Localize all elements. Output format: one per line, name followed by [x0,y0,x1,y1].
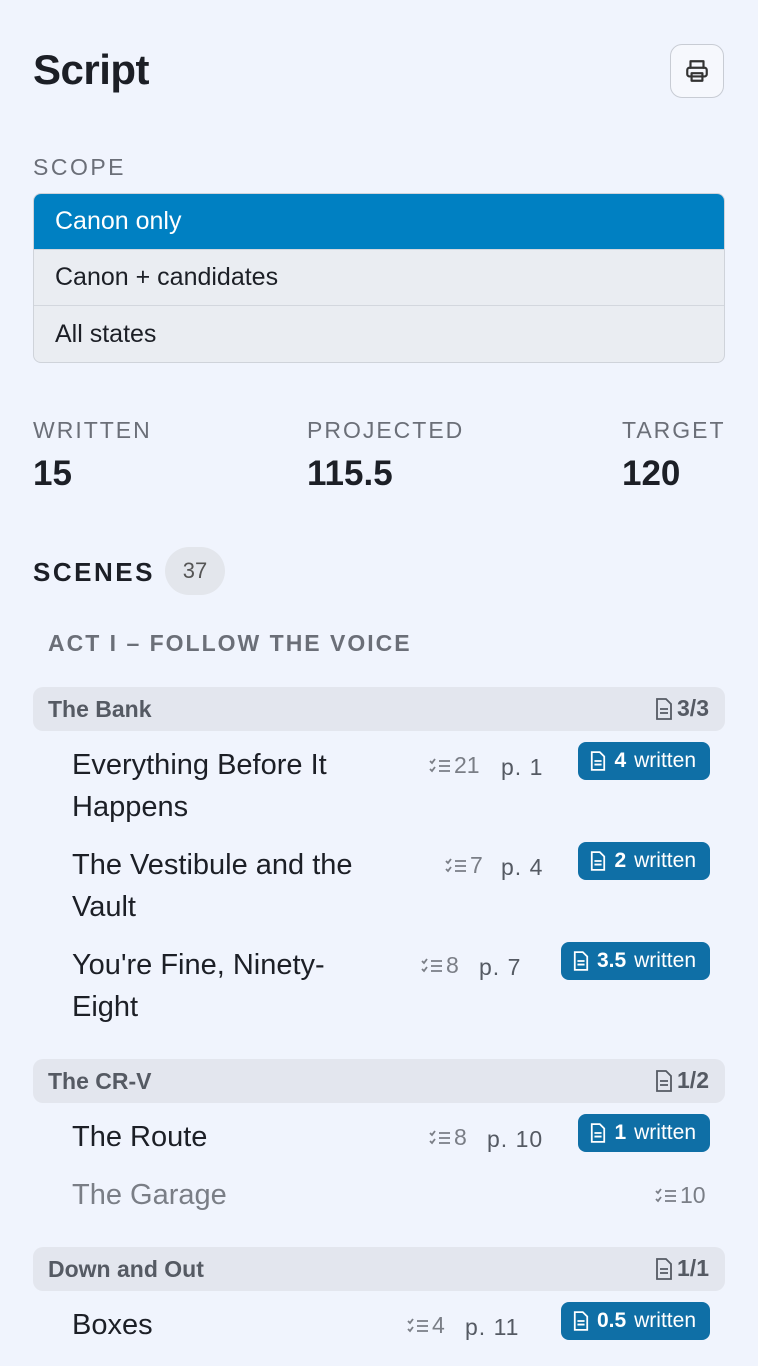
scope-option-all-states[interactable]: All states [34,306,724,362]
checklist-icon [444,856,468,876]
scene-title[interactable]: The Route [72,1116,207,1158]
document-icon [573,951,589,971]
scenes-label: SCENES [33,557,155,587]
beats-count: 7 [444,852,483,879]
beats-count: 8 [428,1124,467,1151]
scene-title[interactable]: The Garage [72,1174,227,1216]
checklist-icon [428,1128,452,1148]
page-number: p. 4 [501,854,544,880]
projected-value: 115.5 [307,454,393,493]
group-count: 1/1 [655,1255,709,1282]
group-title: The CR-V [48,1068,152,1094]
written-badge[interactable]: 0.5 written [560,1302,710,1340]
written-value: 15 [33,454,72,493]
checklist-icon [420,956,444,976]
beats-count: 8 [420,952,459,979]
target-value: 120 [622,454,681,493]
checklist-icon [428,756,452,776]
print-button[interactable] [670,44,724,98]
written-label: WRITTEN [33,417,152,443]
written-badge[interactable]: 1 written [578,1114,710,1152]
document-icon [655,697,673,720]
printer-icon [684,58,710,84]
act-heading: ACT I – FOLLOW THE VOICE [48,630,412,656]
group-title: Down and Out [48,1256,204,1282]
written-badge[interactable]: 4 written [578,742,710,780]
group-title: The Bank [48,696,152,722]
scene-title[interactable]: You're Fine, Ninety- Eight [72,944,325,1028]
page-number: p. 10 [487,1126,544,1152]
document-icon [590,1123,606,1143]
page-number: p. 1 [501,754,544,780]
scenes-count-badge: 37 [165,547,225,595]
document-icon [655,1257,673,1280]
group-header-the-bank[interactable]: The Bank 3/3 [33,687,725,731]
page-title: Script [33,46,150,93]
page-number: p. 7 [479,954,522,980]
document-icon [590,851,606,871]
checklist-icon [406,1316,430,1336]
written-badge[interactable]: 3.5 written [560,942,710,980]
document-icon [590,751,606,771]
beats-count: 10 [654,1182,706,1209]
checklist-icon [654,1186,678,1206]
group-count: 1/2 [655,1067,709,1094]
page-number: p. 11 [465,1314,520,1340]
scene-title[interactable]: Boxes [72,1304,153,1346]
group-count: 3/3 [655,695,709,722]
group-header-down-and-out[interactable]: Down and Out 1/1 [33,1247,725,1291]
target-label: TARGET [622,417,726,443]
group-header-the-cr-v[interactable]: The CR-V 1/2 [33,1059,725,1103]
projected-label: PROJECTED [307,417,465,443]
scene-title[interactable]: Everything Before It Happens [72,744,327,828]
document-icon [655,1069,673,1092]
beats-count: 4 [406,1312,445,1339]
scope-option-canon-only[interactable]: Canon only [34,194,724,250]
scope-label: SCOPE [33,154,127,180]
scope-option-canon-candidates[interactable]: Canon + candidates [34,250,724,306]
scope-selector[interactable]: Canon only Canon + candidates All states [33,193,725,363]
beats-count: 21 [428,752,480,779]
document-icon [573,1311,589,1331]
scene-title[interactable]: The Vestibule and the Vault [72,844,353,928]
written-badge[interactable]: 2 written [578,842,710,880]
